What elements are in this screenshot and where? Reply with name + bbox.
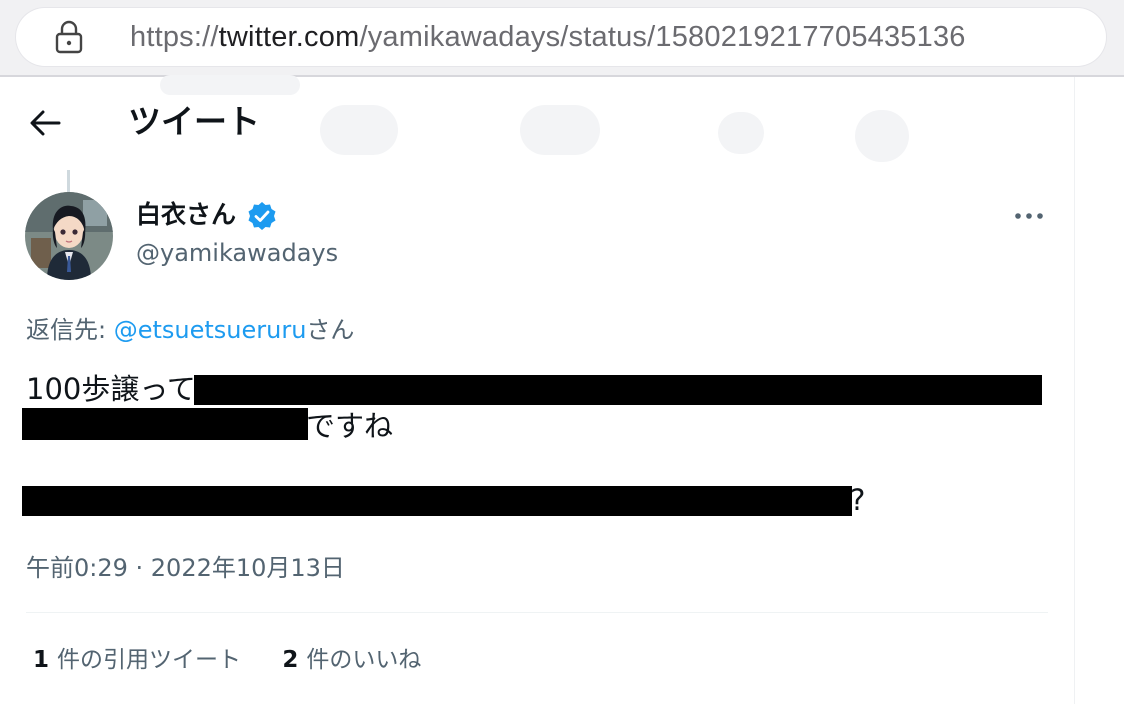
redaction-bar [22, 408, 308, 440]
reply-label: 返信先: [26, 316, 114, 344]
tweet-text-line-3: ? [850, 483, 866, 517]
verified-badge-icon [248, 202, 276, 230]
url-prefix: https:// [130, 21, 219, 53]
browser-toolbar: https://twitter.com/yamikawadays/status/… [0, 0, 1124, 77]
url-domain: twitter.com [218, 21, 360, 53]
address-bar[interactable]: https://twitter.com/yamikawadays/status/… [16, 8, 1106, 66]
lock-icon[interactable] [54, 20, 84, 54]
avatar-image [25, 192, 113, 280]
divider [26, 612, 1048, 613]
more-options-icon[interactable] [1012, 206, 1046, 226]
tweet-timestamp[interactable]: 午前0:29 · 2022年10月13日 [26, 550, 345, 586]
page: https://twitter.com/yamikawadays/status/… [0, 0, 1124, 704]
back-arrow-icon[interactable] [28, 108, 62, 138]
reply-context: 返信先: @etsuetsueruruさん [26, 312, 354, 348]
likes-count: 2 [282, 647, 299, 673]
quote-label: 件の引用ツイート [57, 647, 242, 673]
url-path: /yamikawadays/status/1580219217705435136 [359, 21, 966, 53]
likes-link[interactable]: 2 件のいいね [282, 642, 421, 678]
column-divider [1074, 77, 1075, 704]
redaction-bar [194, 375, 1042, 405]
thread-connector [67, 170, 70, 192]
tweet-stats: 1 件の引用ツイート 2 件のいいね [33, 642, 455, 678]
reply-mention-link[interactable]: @etsuetsueruru [114, 316, 307, 344]
page-title: ツイート [128, 102, 260, 141]
skeleton-shape [855, 110, 909, 162]
tweet-text-line-2: ですね [306, 409, 394, 443]
skeleton-shape [160, 75, 300, 95]
redaction-bar [22, 486, 852, 516]
skeleton-shape [320, 105, 398, 155]
quote-count: 1 [33, 647, 50, 673]
skeleton-shape [520, 105, 600, 155]
tweet-text-line-1: 100歩譲って [26, 372, 196, 406]
reply-suffix: さん [306, 316, 355, 344]
quote-tweets-link[interactable]: 1 件の引用ツイート [33, 642, 241, 678]
author-name[interactable]: 白衣さん [136, 196, 236, 234]
author-handle[interactable]: @yamikawadays [136, 235, 338, 271]
url-text[interactable]: https://twitter.com/yamikawadays/status/… [130, 18, 966, 56]
skeleton-shape [718, 112, 764, 154]
likes-label: 件のいいね [306, 647, 422, 673]
avatar[interactable] [25, 192, 113, 280]
